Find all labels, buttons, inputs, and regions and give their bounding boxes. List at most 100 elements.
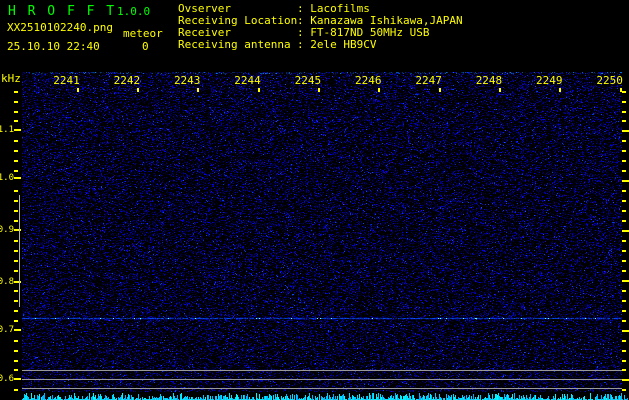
time-tick [197,88,199,92]
meteor-count: 0 [142,40,149,53]
time-tick-label: 2245 [292,74,324,87]
freq-minor-tick [14,210,18,212]
time-tick-label: 2243 [171,74,203,87]
freq-minor-tick [14,160,18,162]
freq-minor-tick [14,220,18,222]
freq-minor-tick [14,150,18,152]
freq-major-tick [622,330,629,332]
freq-minor-tick [622,260,626,262]
freq-tick-label: 1.1 [0,125,14,135]
freq-major-tick [14,378,21,380]
freq-major-tick [14,177,21,179]
freq-minor-tick [14,290,18,292]
scale-bar [19,195,20,307]
info-row: Receiving antenna: 2ele HB9CV [178,39,463,51]
time-tick [439,88,441,92]
time-tick [77,88,79,92]
freq-minor-tick [14,111,18,113]
freq-minor-tick [14,320,18,322]
freq-major-tick [622,230,629,232]
freq-minor-tick [622,270,626,272]
freq-major-tick [622,280,629,282]
freq-minor-tick [622,350,626,352]
freq-minor-tick [622,360,626,362]
app-title: H R O F F T [8,4,116,19]
datetime-label: 25.10.10 22:40 [7,40,100,53]
time-tick-label: 2241 [51,74,83,87]
time-tick [258,88,260,92]
time-tick [318,88,320,92]
freq-minor-tick [622,210,626,212]
freq-minor-tick [622,140,626,142]
freq-minor-tick [622,170,626,172]
freq-unit-label: kHz [1,72,21,85]
freq-minor-tick [622,300,626,302]
freq-minor-tick [14,91,18,93]
freq-tick-label: 1.0 [0,173,14,183]
freq-minor-tick [14,120,18,122]
freq-minor-tick [14,350,18,352]
freq-minor-tick [622,160,626,162]
freq-tick-label: 0.7 [0,325,14,335]
time-tick-label: 2244 [232,74,264,87]
freq-minor-tick [14,101,18,103]
freq-major-tick [622,130,629,132]
freq-minor-tick [622,250,626,252]
time-tick [378,88,380,92]
freq-major-tick [622,180,629,182]
freq-minor-tick [622,190,626,192]
freq-tick-label: 0.8 [0,277,14,287]
freq-minor-tick [14,260,18,262]
freq-minor-tick [622,91,626,93]
time-tick-label: 2242 [111,74,143,87]
mode-label: meteor [123,27,163,40]
freq-minor-tick [622,320,626,322]
freq-minor-tick [622,369,626,371]
freq-minor-tick [14,170,18,172]
app-version: 1.0.0 [117,5,150,18]
station-info: Ovserver: LacofilmsReceiving Location: K… [178,3,463,51]
freq-minor-tick [14,360,18,362]
time-tick-label: 2246 [352,74,384,87]
info-label: Receiving antenna [178,39,297,51]
time-tick-label: 2249 [533,74,565,87]
freq-minor-tick [14,300,18,302]
freq-minor-tick [622,150,626,152]
freq-minor-tick [622,340,626,342]
time-tick [559,88,561,92]
freq-major-tick [622,379,629,381]
freq-minor-tick [14,250,18,252]
time-tick-label: 2250 [594,74,626,87]
freq-major-tick [14,329,21,331]
freq-minor-tick [622,389,626,391]
freq-tick-label: 0.6 [0,374,14,384]
freq-minor-tick [622,120,626,122]
freq-minor-tick [14,140,18,142]
freq-minor-tick [14,310,18,312]
time-tick [137,88,139,92]
signal-level-strip [22,392,628,400]
freq-minor-tick [14,389,18,391]
freq-minor-tick [622,200,626,202]
freq-minor-tick [622,101,626,103]
freq-minor-tick [14,369,18,371]
freq-minor-tick [14,200,18,202]
freq-minor-tick [14,270,18,272]
freq-minor-tick [14,190,18,192]
time-tick-label: 2247 [413,74,445,87]
freq-minor-tick [622,290,626,292]
freq-minor-tick [622,310,626,312]
freq-major-tick [14,129,21,131]
freq-tick-label: 0.9 [0,225,14,235]
freq-minor-tick [622,220,626,222]
time-tick [499,88,501,92]
freq-minor-tick [14,340,18,342]
freq-minor-tick [14,240,18,242]
freq-minor-tick [622,111,626,113]
output-filename: XX2510102240.png [7,21,113,34]
info-value: : 2ele HB9CV [297,38,376,51]
spectrogram-canvas [22,72,622,392]
time-tick-label: 2248 [473,74,505,87]
freq-minor-tick [622,240,626,242]
hrofft-window: H R O F F T 1.0.0 XX2510102240.png meteo… [0,0,629,400]
